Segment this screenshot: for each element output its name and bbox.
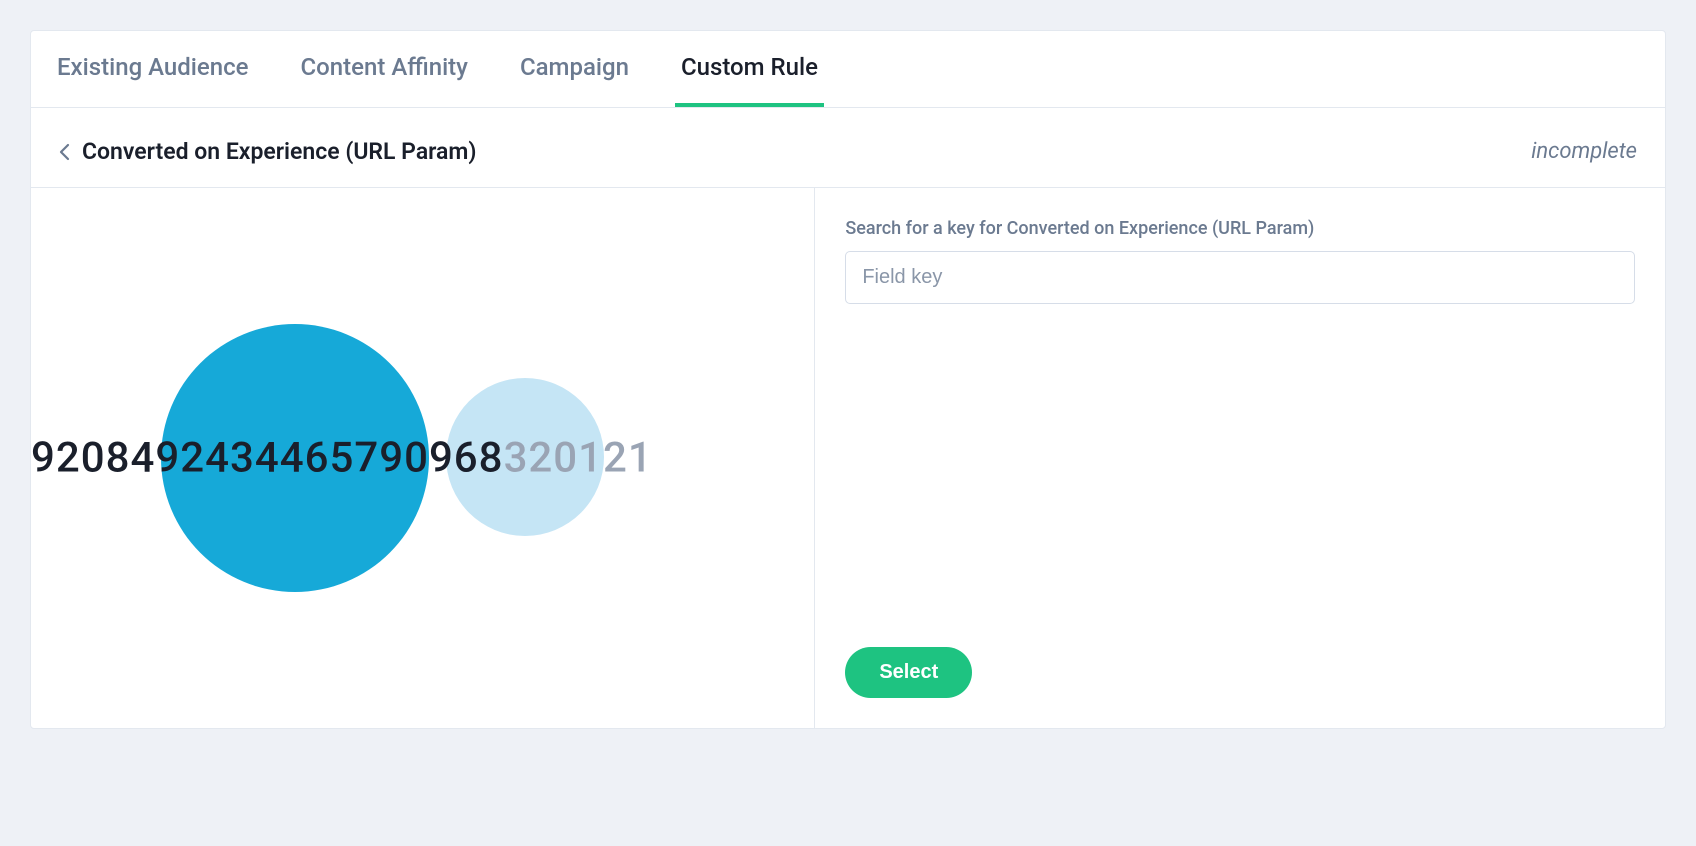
tab-existing-audience[interactable]: Existing Audience bbox=[51, 31, 255, 107]
subheader-title: Converted on Experience (URL Param) bbox=[82, 138, 476, 165]
tab-custom-rule[interactable]: Custom Rule bbox=[675, 31, 824, 107]
subheader: Converted on Experience (URL Param) inco… bbox=[31, 116, 1665, 188]
bubble-number-string: 9208492434465790968320121 bbox=[31, 434, 653, 483]
chevron-left-icon[interactable] bbox=[59, 143, 70, 161]
right-panel: Search for a key for Converted on Experi… bbox=[815, 188, 1665, 728]
tabs-bar: Existing Audience Content Affinity Campa… bbox=[31, 31, 1665, 108]
bubble-chart: 9208492434465790968320121 bbox=[31, 308, 814, 608]
body: 9208492434465790968320121 Search for a k… bbox=[31, 188, 1665, 728]
field-key-input[interactable] bbox=[845, 251, 1635, 304]
main-card: Existing Audience Content Affinity Campa… bbox=[30, 30, 1666, 729]
search-label: Search for a key for Converted on Experi… bbox=[845, 218, 1635, 239]
bubble-number-dark: 9208492434465790968 bbox=[31, 434, 504, 483]
select-button[interactable]: Select bbox=[845, 647, 972, 698]
subheader-left: Converted on Experience (URL Param) bbox=[59, 138, 476, 165]
bubble-number-faded: 320121 bbox=[504, 434, 653, 483]
status-text: incomplete bbox=[1531, 139, 1637, 164]
left-panel: 9208492434465790968320121 bbox=[31, 188, 815, 728]
tab-content-affinity[interactable]: Content Affinity bbox=[295, 31, 474, 107]
tab-campaign[interactable]: Campaign bbox=[514, 31, 635, 107]
